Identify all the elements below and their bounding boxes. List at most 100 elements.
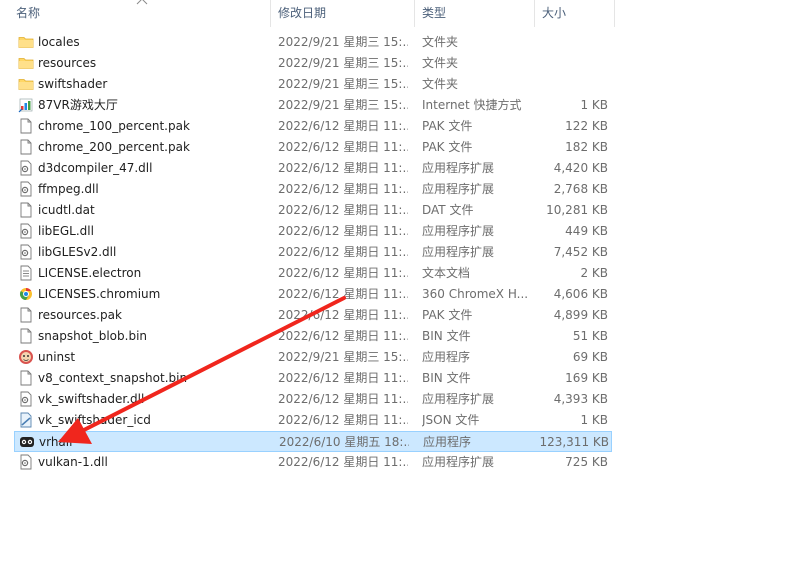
file-size [494,74,608,95]
file-date: 2022/6/12 星期日 11:... [278,455,408,469]
file-row[interactable]: libEGL.dll 2022/6/12 星期日 11:... 应用程序扩展 449 … [14,221,612,242]
file-icon [18,328,34,344]
chrome-html-icon [18,286,34,302]
file-name: resources [38,56,97,70]
file-row[interactable]: LICENSES.chromium 2022/6/12 星期日 11:... 360… [14,284,612,305]
file-name: libGLESv2.dll [38,245,117,259]
file-icon [18,202,34,218]
folder-icon [18,34,34,50]
file-row[interactable]: vk_swiftshader_icd 2022/6/12 星期日 11:... JS… [14,410,612,431]
file-date: 2022/9/21 星期三 15:... [278,98,408,112]
sort-ascending-icon [136,0,148,5]
dll-icon [18,223,34,239]
file-name: chrome_200_percent.pak [38,140,190,154]
file-row[interactable]: uninst 2022/9/21 星期三 15:... 应用程序 69 KB [14,347,612,368]
file-date: 2022/6/12 星期日 11:... [278,329,408,343]
file-size: 169 KB [565,371,608,385]
file-row[interactable]: icudtl.dat 2022/6/12 星期日 11:... DAT 文件 10,2… [14,200,612,221]
file-size: 4,606 KB [553,287,608,301]
file-name: icudtl.dat [38,203,95,217]
file-name: LICENSE.electron [38,266,142,280]
file-icon [18,307,34,323]
file-date: 2022/6/12 星期日 11:... [278,140,408,154]
file-row[interactable]: 87VR游戏大厅 2022/9/21 星期三 15:... Internet 快捷方… [14,95,612,116]
file-size: 4,899 KB [553,308,608,322]
file-name: locales [38,35,80,49]
file-name: libEGL.dll [38,224,94,238]
file-row[interactable]: vrhall 2022/6/10 星期五 18:... 应用程序 123,311 KB [14,431,612,452]
file-row[interactable]: libGLESv2.dll 2022/6/12 星期日 11:... 应用程序扩展 7… [14,242,612,263]
file-date: 2022/6/12 星期日 11:... [278,245,408,259]
column-header-size[interactable]: 大小 [542,0,566,27]
file-icon [18,118,34,134]
file-date: 2022/6/12 星期日 11:... [278,371,408,385]
file-size: 449 KB [565,224,608,238]
file-name: resources.pak [38,308,122,322]
internet-shortcut-icon [18,97,34,113]
column-divider[interactable] [270,0,271,27]
dll-icon [18,181,34,197]
file-name: ffmpeg.dll [38,182,99,196]
file-size: 10,281 KB [546,203,608,217]
file-date: 2022/6/12 星期日 11:... [278,287,408,301]
file-row[interactable]: d3dcompiler_47.dll 2022/6/12 星期日 11:... 应用… [14,158,612,179]
file-row[interactable]: resources 2022/9/21 星期三 15:... 文件夹 [14,53,612,74]
column-divider[interactable] [414,0,415,27]
file-row[interactable]: vk_swiftshader.dll 2022/6/12 星期日 11:... 应用… [14,389,612,410]
file-row[interactable]: chrome_200_percent.pak 2022/6/12 星期日 11:.… [14,137,612,158]
file-row[interactable]: chrome_100_percent.pak 2022/6/12 星期日 11:.… [14,116,612,137]
file-date: 2022/6/12 星期日 11:... [278,308,408,322]
file-row[interactable]: locales 2022/9/21 星期三 15:... 文件夹 [14,32,612,53]
file-row[interactable]: snapshot_blob.bin 2022/6/12 星期日 11:... BIN… [14,326,612,347]
file-date: 2022/6/12 星期日 11:... [278,182,408,196]
file-name: LICENSES.chromium [38,287,161,301]
file-date: 2022/6/12 星期日 11:... [278,266,408,280]
file-row[interactable]: resources.pak 2022/6/12 星期日 11:... PAK 文件 4… [14,305,612,326]
file-size: 4,393 KB [553,392,608,406]
file-size: 123,311 KB [539,435,609,449]
file-name: swiftshader [38,77,108,91]
file-icon [18,370,34,386]
text-file-icon [18,265,34,281]
file-date: 2022/6/12 星期日 11:... [278,392,408,406]
column-header-bar: 名称 修改日期 类型 大小 [0,0,615,27]
file-row[interactable]: vulkan-1.dll 2022/6/12 星期日 11:... 应用程序扩展 72… [14,452,612,473]
file-row[interactable]: v8_context_snapshot.bin 2022/6/12 星期日 11:… [14,368,612,389]
uninstall-app-icon [18,349,34,365]
dll-icon [18,454,34,470]
file-date: 2022/9/21 星期三 15:... [278,56,408,70]
file-size: 69 KB [572,350,608,364]
folder-icon [18,55,34,71]
file-size: 4,420 KB [553,161,608,175]
column-divider[interactable] [614,0,615,27]
file-name: vulkan-1.dll [38,455,108,469]
file-size: 7,452 KB [553,245,608,259]
dll-icon [18,391,34,407]
file-icon [18,139,34,155]
file-size: 122 KB [565,119,608,133]
file-date: 2022/6/12 星期日 11:... [278,203,408,217]
file-date: 2022/9/21 星期三 15:... [278,350,408,364]
json-file-icon [18,412,34,428]
column-header-date[interactable]: 修改日期 [278,0,326,27]
file-row[interactable]: ffmpeg.dll 2022/6/12 星期日 11:... 应用程序扩展 2,76… [14,179,612,200]
file-row[interactable]: swiftshader 2022/9/21 星期三 15:... 文件夹 [14,74,612,95]
file-row[interactable]: LICENSE.electron 2022/6/12 星期日 11:... 文本文档… [14,263,612,284]
file-name: 87VR游戏大厅 [38,98,118,112]
file-name: vrhall [39,435,73,449]
file-date: 2022/9/21 星期三 15:... [278,77,408,91]
column-header-type[interactable]: 类型 [422,0,446,27]
column-divider[interactable] [534,0,535,27]
vr-app-icon [19,434,35,450]
file-size: 182 KB [565,140,608,154]
dll-icon [18,160,34,176]
file-date: 2022/6/12 星期日 11:... [278,413,408,427]
file-date: 2022/9/21 星期三 15:... [278,35,408,49]
file-size: 725 KB [565,455,608,469]
file-name: vk_swiftshader_icd [38,413,151,427]
folder-icon [18,76,34,92]
file-name: uninst [38,350,76,364]
column-header-name[interactable]: 名称 [16,0,40,27]
file-name: d3dcompiler_47.dll [38,161,153,175]
file-name: chrome_100_percent.pak [38,119,190,133]
